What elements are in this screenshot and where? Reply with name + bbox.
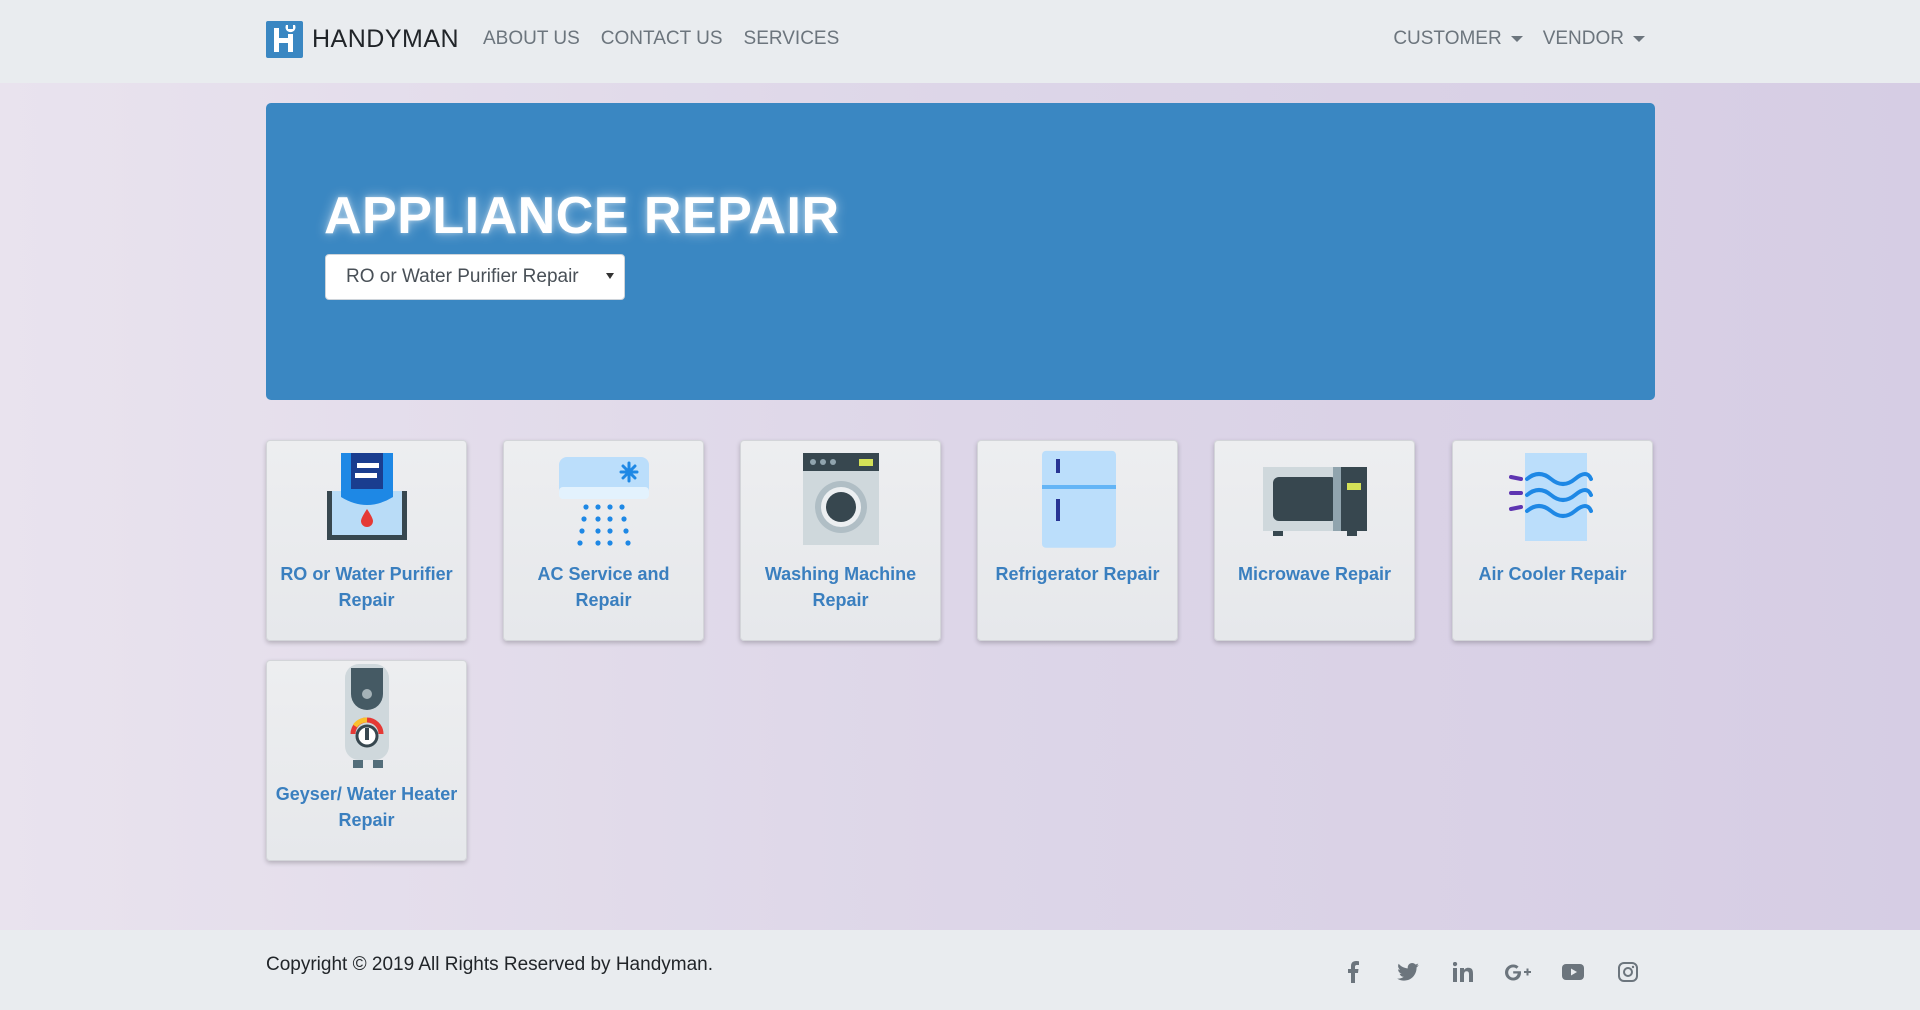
vendor-dropdown[interactable]: VENDOR (1543, 28, 1645, 50)
service-card-label: Air Cooler Repair (1478, 564, 1627, 584)
washing-machine-icon (786, 449, 896, 549)
google-plus-icon[interactable] (1504, 960, 1532, 984)
service-select-value: RO or Water Purifier Repair (346, 266, 579, 287)
service-card-label: Microwave Repair (1237, 564, 1392, 584)
customer-dropdown-label: CUSTOMER (1393, 28, 1502, 49)
select-arrow-icon (606, 273, 614, 279)
service-card-water-heater[interactable]: Geyser/ Water Heater Repair (266, 660, 467, 861)
linkedin-icon[interactable] (1449, 960, 1477, 984)
customer-dropdown[interactable]: CUSTOMER (1393, 28, 1523, 50)
service-card-label: AC Service and Repair (537, 564, 670, 610)
nav-services[interactable]: SERVICES (744, 28, 840, 50)
brand[interactable]: HANDYMAN (266, 21, 459, 58)
air-conditioner-icon (549, 449, 659, 549)
refrigerator-icon (1023, 449, 1133, 549)
footer: Copyright © 2019 All Rights Reserved by … (0, 930, 1920, 1010)
service-card-microwave[interactable]: Microwave Repair (1214, 440, 1415, 641)
page-title: APPLIANCE REPAIR (324, 187, 840, 245)
nav-contact-us[interactable]: CONTACT US (601, 28, 723, 50)
caret-down-icon (1633, 36, 1645, 42)
service-card-label: Refrigerator Repair (995, 564, 1160, 584)
handyman-logo-icon (266, 21, 303, 58)
water-purifier-icon (312, 449, 422, 549)
nav-dropdowns: CUSTOMER VENDOR (1373, 28, 1645, 50)
service-card-label: Geyser/ Water Heater Repair (275, 784, 458, 830)
youtube-icon[interactable] (1559, 960, 1587, 984)
service-card-ro[interactable]: RO or Water Purifier Repair (266, 440, 467, 641)
hero-banner: APPLIANCE REPAIR RO or Water Purifier Re… (266, 103, 1655, 400)
nav-links: ABOUT US CONTACT US SERVICES (483, 28, 860, 50)
water-heater-icon (312, 664, 422, 769)
top-navbar: HANDYMAN ABOUT US CONTACT US SERVICES CU… (0, 0, 1920, 83)
social-links (1339, 960, 1669, 984)
copyright-text: Copyright © 2019 All Rights Reserved by … (266, 954, 714, 975)
facebook-icon[interactable] (1339, 960, 1367, 984)
vendor-dropdown-label: VENDOR (1542, 28, 1624, 49)
main-content: APPLIANCE REPAIR RO or Water Purifier Re… (0, 83, 1920, 930)
service-card-refrigerator[interactable]: Refrigerator Repair (977, 440, 1178, 641)
nav-about-us[interactable]: ABOUT US (483, 28, 580, 50)
instagram-icon[interactable] (1614, 960, 1642, 984)
twitter-icon[interactable] (1394, 960, 1422, 984)
microwave-icon (1260, 449, 1370, 549)
service-select[interactable]: RO or Water Purifier Repair (325, 254, 625, 300)
brand-name: HANDYMAN (312, 25, 460, 53)
service-card-label: RO or Water Purifier Repair (280, 564, 453, 610)
service-card-label: Washing Machine Repair (764, 564, 917, 610)
service-card-air-cooler[interactable]: Air Cooler Repair (1452, 440, 1653, 641)
air-cooler-icon (1498, 449, 1608, 549)
service-card-washing-machine[interactable]: Washing Machine Repair (740, 440, 941, 641)
caret-down-icon (1510, 36, 1523, 42)
service-card-ac[interactable]: AC Service and Repair (503, 440, 704, 641)
